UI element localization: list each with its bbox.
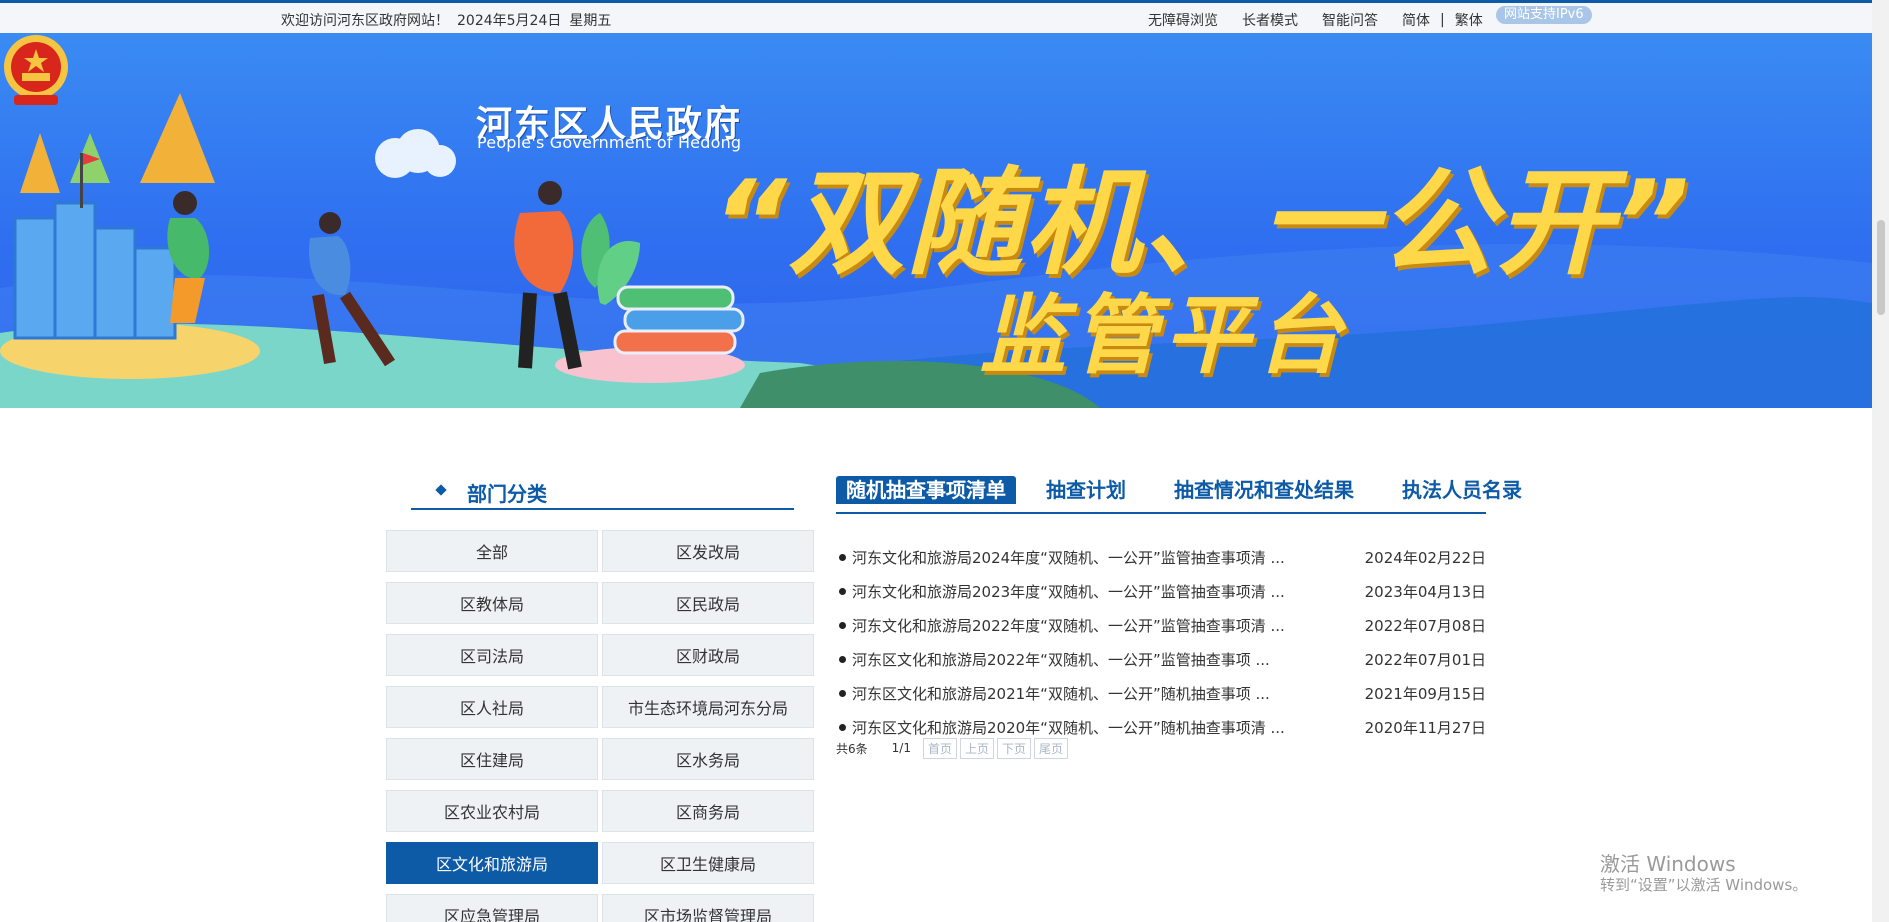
accessible-browse-link[interactable]: 无障碍浏览 [1148,10,1218,30]
list-item-title[interactable]: 河东文化和旅游局2024年度“双随机、一公开”监管抽查事项清 ... [852,547,1356,568]
list-item-title[interactable]: 河东文化和旅游局2022年度“双随机、一公开”监管抽查事项清 ... [852,615,1356,636]
current-weekday: 星期五 [569,13,612,29]
lang-separator: | [1440,12,1445,28]
list-item-date: 2020年11月27日 [1364,718,1486,737]
list-item[interactable]: 河东文化和旅游局2022年度“双随机、一公开”监管抽查事项清 ... 2022年0… [836,608,1486,642]
department-title: 部门分类 [467,482,547,506]
list-item-date: 2024年02月22日 [1364,548,1486,567]
windows-activation-hint: 转到“设置”以激活 Windows。 [1600,876,1808,894]
current-date: 2024年5月24日 [457,13,562,29]
list-item-date: 2022年07月08日 [1364,616,1486,635]
last-page-button[interactable]: 尾页 [1034,737,1069,759]
welcome-message: 欢迎访问河东区政府网站！ [281,13,449,29]
first-page-button[interactable]: 首页 [922,737,957,759]
ipv6-badge: 网站支持IPv6 [1496,6,1592,24]
tab-random-check-list[interactable]: 随机抽查事项清单 [836,476,1016,504]
dept-button[interactable]: 区民政局 [602,582,814,624]
dept-button[interactable]: 市生态环境局河东分局 [602,686,814,728]
welcome-text: 欢迎访问河东区政府网站！ 2024年5月24日 星期五 [281,10,619,30]
bullet-icon [839,621,846,629]
banner: 河东区人民政府 People's Government of Hedong “双… [0,33,1872,408]
dept-button[interactable]: 区发改局 [602,530,814,572]
prev-page-button[interactable]: 上页 [959,737,994,759]
bullet-icon [839,689,846,697]
dept-button[interactable]: 区人社局 [386,686,598,728]
bullet-icon [839,655,846,663]
dept-button[interactable]: 区商务局 [602,790,814,832]
top-links: 无障碍浏览 长者模式 智能问答 简体 | 繁体 [1148,10,1499,30]
list-item-title[interactable]: 河东区文化和旅游局2022年“双随机、一公开”监管抽查事项 ... [852,649,1356,670]
simplified-chinese-link[interactable]: 简体 [1402,10,1430,30]
list-item-title[interactable]: 河东文化和旅游局2023年度“双随机、一公开”监管抽查事项清 ... [852,581,1356,602]
windows-activation-title: 激活 Windows [1600,852,1736,876]
traditional-chinese-link[interactable]: 繁体 [1455,10,1483,30]
bullet-icon [839,723,846,731]
list-item[interactable]: 河东区文化和旅游局2022年“双随机、一公开”监管抽查事项 ... 2022年07… [836,642,1486,676]
dept-button[interactable]: 区司法局 [386,634,598,676]
dept-button[interactable]: 区卫生健康局 [602,842,814,884]
list-item[interactable]: 河东区文化和旅游局2021年“双随机、一公开”随机抽查事项 ... 2021年09… [836,676,1486,710]
list-item-date: 2022年07月01日 [1364,650,1486,669]
list-item-title[interactable]: 河东区文化和旅游局2021年“双随机、一公开”随机抽查事项 ... [852,683,1356,704]
banner-subtitle: 监管平台 [980,286,1348,386]
dept-button[interactable]: 区水务局 [602,738,814,780]
dept-button[interactable]: 全部 [386,530,598,572]
list-item-date: 2023年04月13日 [1364,582,1486,601]
elder-mode-link[interactable]: 长者模式 [1242,10,1298,30]
pagination: 共6条 1/1 首页 上页 下页 尾页 [836,737,1071,759]
dept-button[interactable]: 区农业农村局 [386,790,598,832]
department-header: 部门分类 [411,476,794,510]
tab-bar: 随机抽查事项清单 抽查计划 抽查情况和查处结果 执法人员名录 [836,476,1522,514]
scrollbar-thumb[interactable] [1877,220,1885,315]
dept-button[interactable]: 区应急管理局 [386,894,598,922]
dept-button[interactable]: 区财政局 [602,634,814,676]
tab-check-results[interactable]: 抽查情况和查处结果 [1164,476,1364,504]
tab-enforcement-staff[interactable]: 执法人员名录 [1392,476,1532,504]
bullet-icon [839,587,846,595]
top-bar: 欢迎访问河东区政府网站！ 2024年5月24日 星期五 无障碍浏览 长者模式 智能问… [0,3,1872,33]
diamond-icon [435,484,447,496]
item-list: 河东文化和旅游局2024年度“双随机、一公开”监管抽查事项清 ... 2024年0… [836,540,1486,744]
bullet-icon [839,553,846,561]
dept-button[interactable]: 区市场监督管理局 [602,894,814,922]
dept-button[interactable]: 区文化和旅游局 [386,842,598,884]
total-count: 共6条 [836,741,868,756]
vertical-scrollbar[interactable] [1872,0,1889,922]
list-item-title[interactable]: 河东区文化和旅游局2020年“双随机、一公开”随机抽查事项清 ... [852,717,1356,738]
department-grid: 全部 区发改局 区教体局 区民政局 区司法局 区财政局 区人社局 市生态环境局河… [386,530,814,922]
smart-qa-link[interactable]: 智能问答 [1322,10,1378,30]
government-name-english: People's Government of Hedong [477,133,742,152]
list-item[interactable]: 河东文化和旅游局2024年度“双随机、一公开”监管抽查事项清 ... 2024年0… [836,540,1486,574]
dept-button[interactable]: 区教体局 [386,582,598,624]
national-emblem-icon [4,35,68,105]
tab-check-plan[interactable]: 抽查计划 [1036,476,1136,504]
list-item-date: 2021年09月15日 [1364,684,1486,703]
page: 欢迎访问河东区政府网站！ 2024年5月24日 星期五 无障碍浏览 长者模式 智能问… [0,0,1889,922]
list-item[interactable]: 河东文化和旅游局2023年度“双随机、一公开”监管抽查事项清 ... 2023年0… [836,574,1486,608]
dept-button[interactable]: 区住建局 [386,738,598,780]
next-page-button[interactable]: 下页 [996,737,1031,759]
page-indicator: 1/1 [891,741,911,755]
